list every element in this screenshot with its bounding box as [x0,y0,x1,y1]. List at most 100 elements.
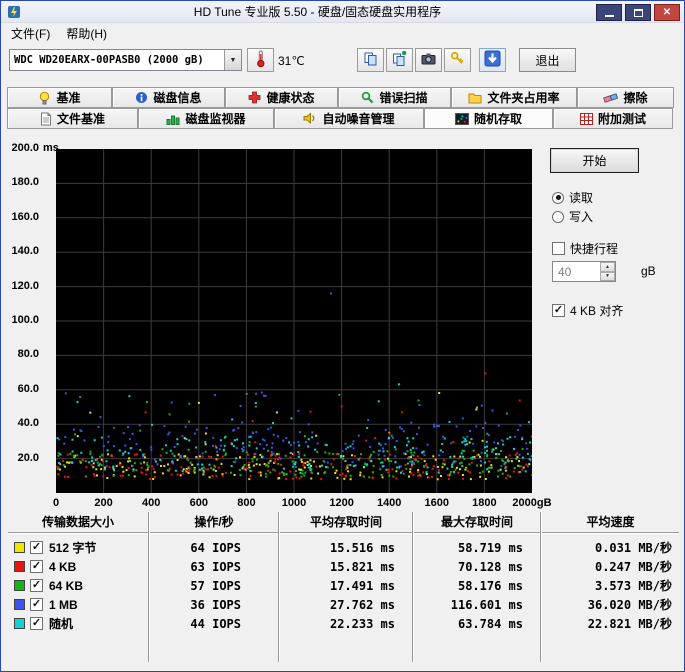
max-access-value: 116.601 ms [450,597,523,612]
tab-label: 磁盘监视器 [185,112,246,126]
y-tick-label: 100.0 [11,314,39,326]
dropdown-arrow-icon[interactable]: ▼ [224,50,241,70]
tab-label: 擦除 [623,91,648,105]
exit-button[interactable]: 退出 [519,48,576,72]
tab-label: 健康状态 [266,91,315,105]
close-icon: ✕ [662,6,672,18]
align-checkbox-label: 4 KB 对齐 [570,304,624,318]
tab-extra-tests[interactable]: 附加测试 [553,108,673,129]
tab-label: 文件夹占用率 [487,91,560,105]
y-tick-label: 180.0 [11,176,39,189]
ops-value: 63 IOPS [190,559,241,574]
tab-error-scan[interactable]: 错误扫描 [338,87,451,108]
x-tick-label: 400 [142,497,161,509]
spinner: ▲ ▼ [600,262,615,281]
speaker-icon [303,112,317,125]
bar-monitor-icon [166,113,180,125]
checkbox-icon: ✓ [552,304,565,317]
series-checkbox[interactable]: ✓ [30,617,43,630]
maximize-button[interactable] [625,4,651,21]
series-checkbox[interactable]: ✓ [30,560,43,573]
tab-erase[interactable]: 擦除 [577,87,674,108]
y-tick-label: 120.0 [11,279,39,292]
table-row: ✓ 随机 44 IOPS 22.233 ms 63.784 ms 22.821 MB/秒 [7,614,680,633]
toolbar: WDC WD20EARX-00PASB0 (2000 gB) ▼ 31℃ 退出 [1,43,684,77]
add-screenshot-button[interactable] [386,48,413,72]
spinner-up-button[interactable]: ▲ [600,262,615,272]
titlebar: HD Tune 专业版 5.50 - 硬盘/固态硬盘实用程序 ✕ [1,1,684,23]
read-radio[interactable]: 读取 [552,189,593,206]
copy-add-icon [392,51,407,69]
short-stroke-checkbox[interactable]: 快捷行程 [552,240,618,257]
thermometer-icon [254,50,267,71]
x-tick-label: 2000gB [512,497,552,509]
tab-file-benchmark[interactable]: 文件基准 [7,108,138,129]
avg-access-value: 27.762 ms [329,597,395,612]
radio-icon [552,210,564,223]
results-table: 传输数据大小 操作/秒 平均存取时间 最大存取时间 平均速度 ✓ 512 字节 64… [7,511,680,667]
y-tick-label: 200.0 [11,142,39,154]
tab-health[interactable]: 健康状态 [225,87,338,108]
temperature-button[interactable] [247,48,274,72]
app-window: HD Tune 专业版 5.50 - 硬盘/固态硬盘实用程序 ✕ 文件(F) 帮… [0,0,685,672]
x-tick-label: 1800 [472,497,497,509]
x-tick-label: 600 [189,497,208,509]
copy-screenshot-button[interactable] [357,48,384,72]
screenshot-button[interactable] [415,48,442,72]
align-checkbox[interactable]: ✓ 4 KB 对齐 [552,302,623,319]
max-access-value: 63.784 ms [457,616,523,631]
bulb-icon [38,91,51,105]
write-radio[interactable]: 写入 [552,208,593,225]
avg-speed-value: 22.821 MB/秒 [587,617,672,631]
menu-help[interactable]: 帮助(H) [58,23,115,44]
close-button[interactable]: ✕ [654,4,680,21]
header-avg-speed: 平均速度 [586,514,635,529]
tab-random-access[interactable]: 随机存取 [424,108,553,129]
spinner-down-button[interactable]: ▼ [600,271,615,281]
read-radio-label: 读取 [569,191,594,205]
ops-value: 64 IOPS [190,540,241,555]
download-arrow-icon [484,50,501,70]
eraser-icon [603,92,619,104]
tab-benchmark[interactable]: 基准 [7,87,112,108]
ops-value: 44 IOPS [190,616,241,631]
tab-row-1: 基准 磁盘信息 健康状态 错误扫描 文件夹占用率 擦除 [7,87,674,108]
save-results-button[interactable] [479,48,506,72]
y-tick-label: 40.0 [17,417,39,430]
start-button[interactable]: 开始 [550,148,639,173]
radio-icon [552,191,564,204]
camera-icon [421,52,436,68]
tab-label: 错误扫描 [379,91,428,105]
x-tick-label: 1200 [329,497,354,509]
tab-disk-info[interactable]: 磁盘信息 [112,87,225,108]
header-max-access-time: 最大存取时间 [440,514,513,529]
short-stroke-value: 40 [558,265,572,279]
avg-speed-value: 3.573 MB/秒 [594,579,672,593]
table-row: ✓ 4 KB 63 IOPS 15.821 ms 70.128 ms 0.247 MB/秒 [7,557,680,576]
copy-icon [363,51,378,69]
drive-select[interactable]: WDC WD20EARX-00PASB0 (2000 gB) ▼ [9,49,242,71]
avg-access-value: 22.233 ms [329,616,395,631]
series-checkbox[interactable]: ✓ [30,579,43,592]
tab-disk-monitor[interactable]: 磁盘监视器 [138,108,274,129]
health-cross-icon [248,91,261,104]
minimize-button[interactable] [596,4,622,21]
table-divider [8,532,679,534]
max-access-value: 58.719 ms [457,540,523,555]
options-button[interactable] [444,48,471,72]
series-checkbox[interactable]: ✓ [30,541,43,554]
tab-folder-usage[interactable]: 文件夹占用率 [451,87,577,108]
max-access-value: 70.128 ms [457,559,523,574]
temperature-value: 31℃ [278,54,305,68]
max-access-value: 58.176 ms [457,578,523,593]
tab-label: 基准 [56,91,81,105]
tab-label: 随机存取 [473,112,522,126]
maximize-icon [633,8,643,17]
tab-aam[interactable]: 自动噪音管理 [274,108,424,129]
short-stroke-input[interactable]: 40 ▲ ▼ [552,261,616,282]
series-cell: ✓ 4 KB [7,560,149,574]
tab-label: 文件基准 [56,112,105,126]
series-checkbox[interactable]: ✓ [30,598,43,611]
menu-file[interactable]: 文件(F) [3,23,58,44]
header-ops-per-sec: 操作/秒 [194,514,234,529]
